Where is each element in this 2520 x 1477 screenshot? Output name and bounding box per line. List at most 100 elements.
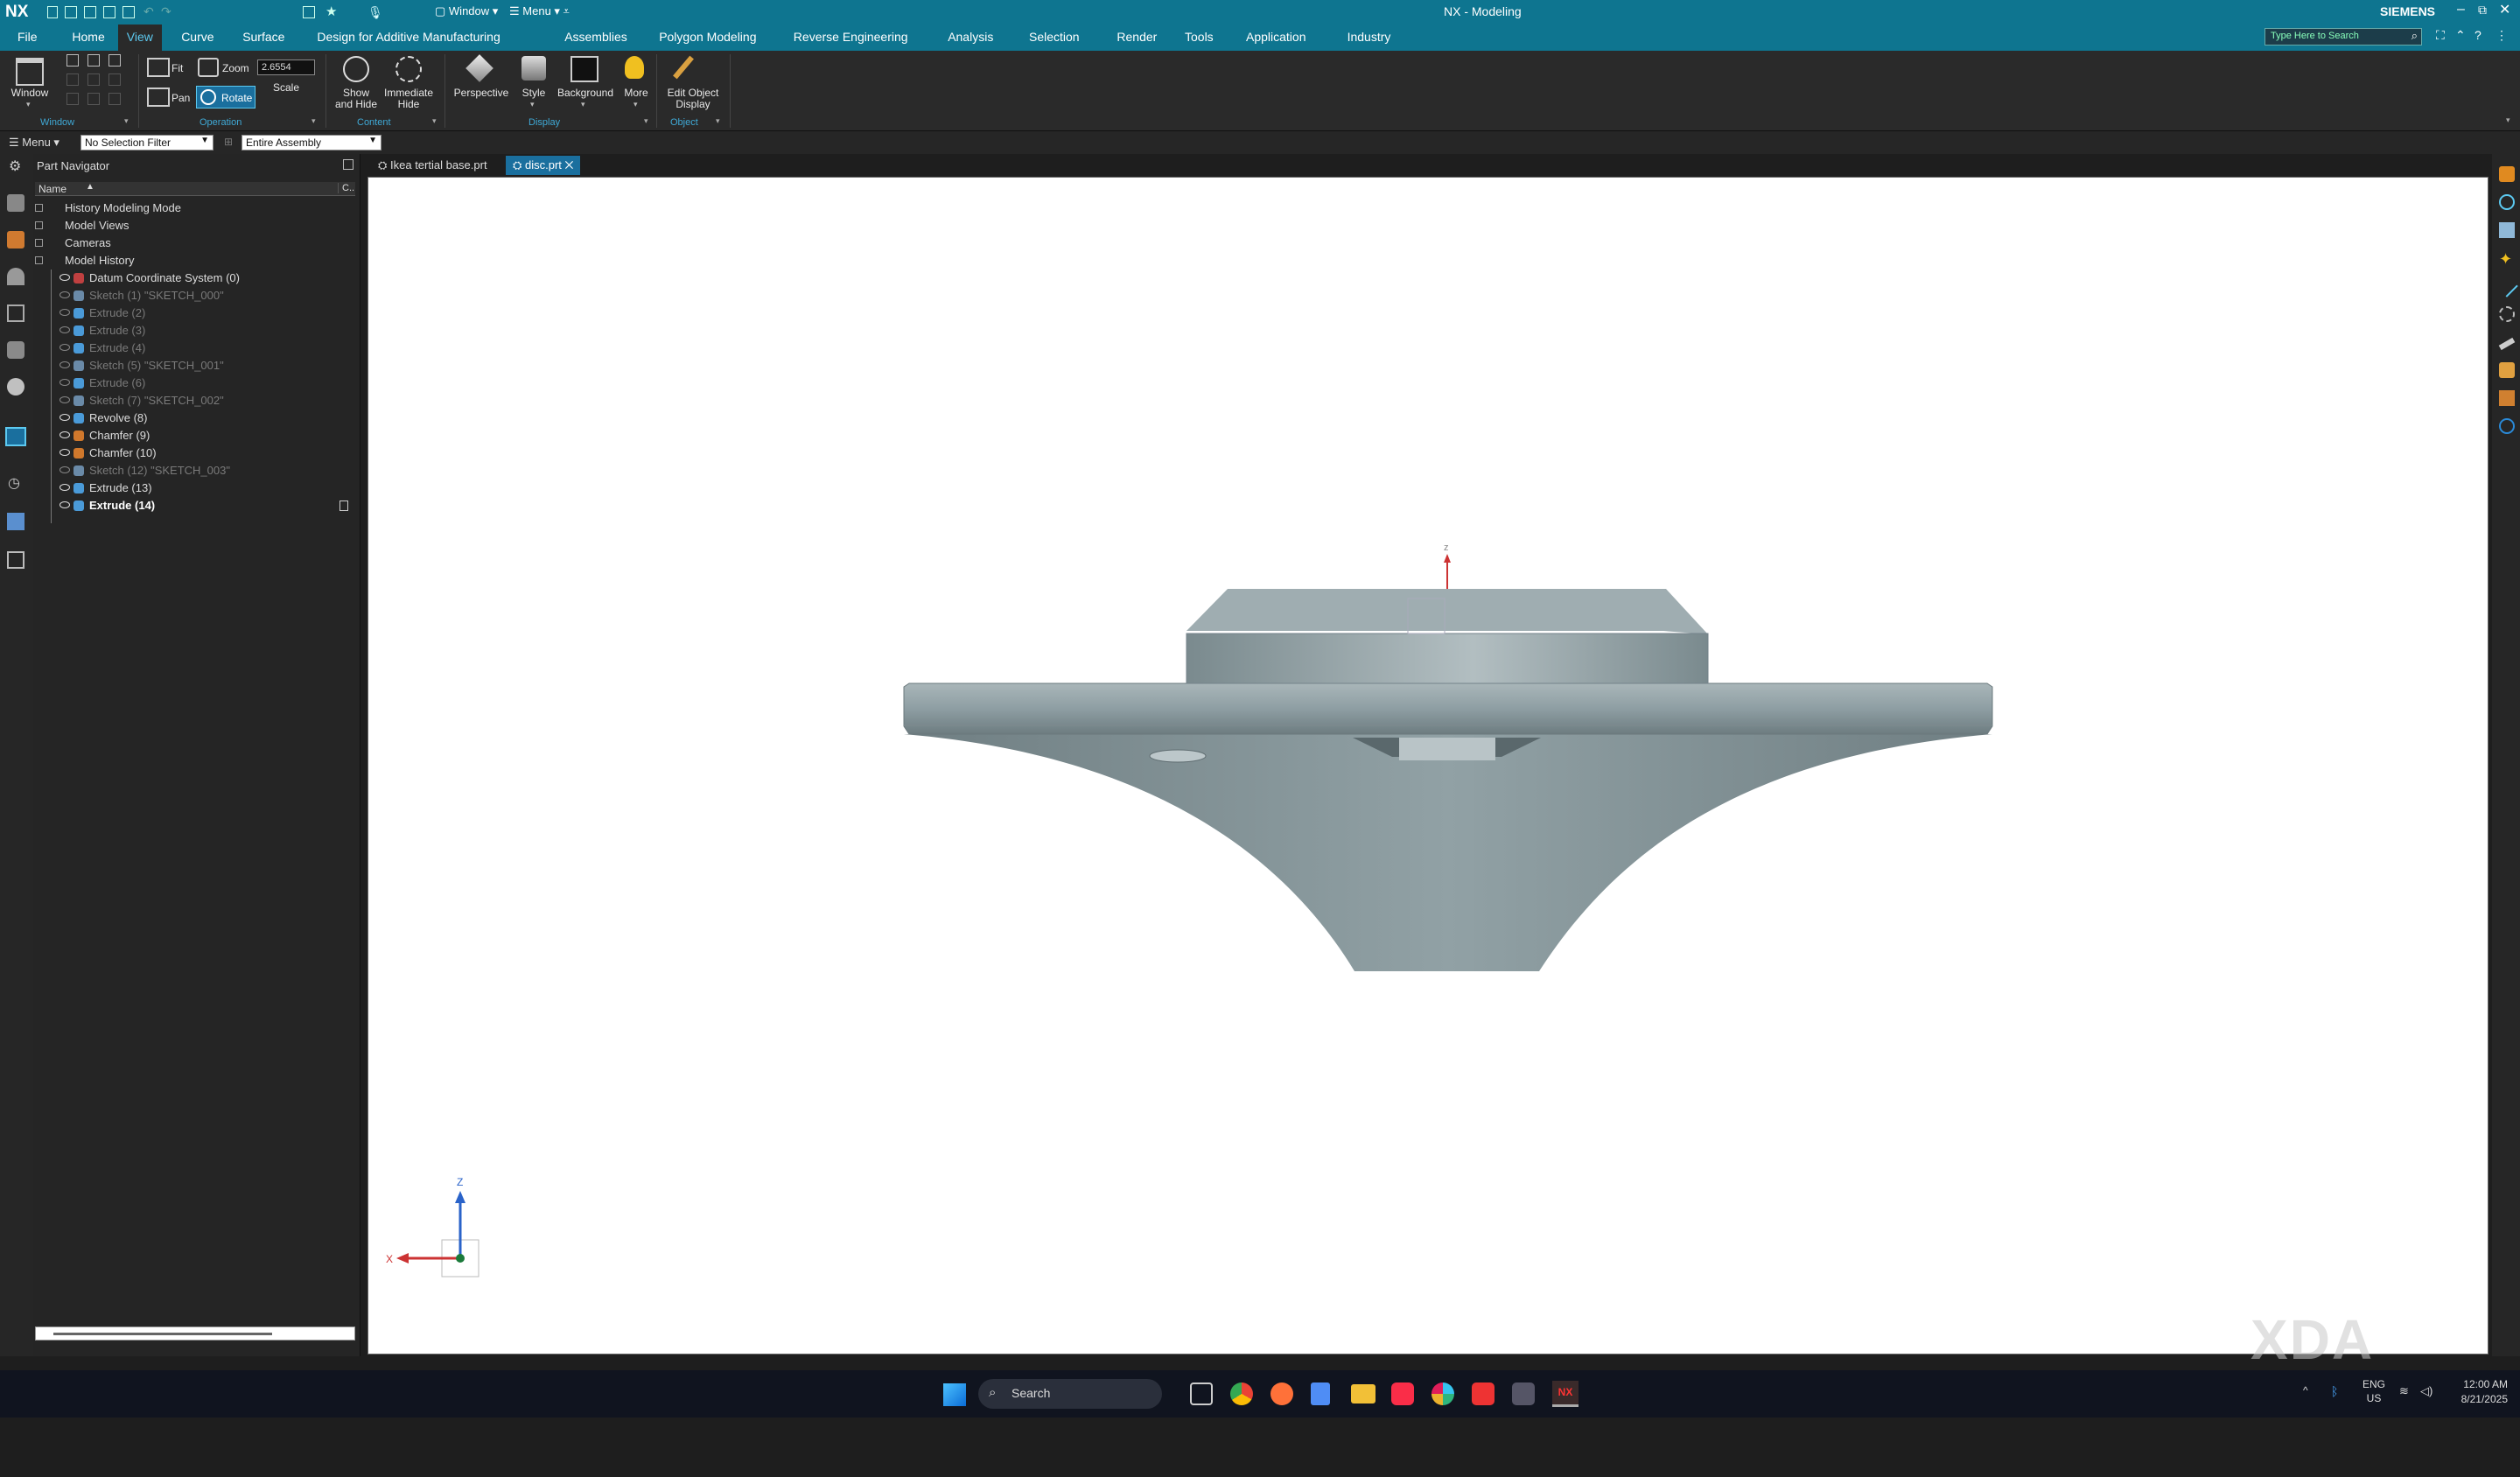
menu-curve[interactable]: Curve — [181, 30, 214, 44]
sort-ascending-icon[interactable]: ▲ — [86, 182, 94, 192]
menu-render[interactable]: Render — [1116, 30, 1157, 44]
chrome-icon[interactable] — [1230, 1382, 1253, 1405]
bluetooth-icon[interactable]: ᛒ — [2331, 1384, 2338, 1398]
tree-row[interactable]: History Modeling Mode — [35, 200, 357, 217]
save-as-icon[interactable] — [122, 6, 135, 18]
menu-application[interactable]: Application — [1246, 30, 1306, 44]
tree-row[interactable]: Extrude (4) — [35, 340, 357, 357]
layout-two-icon[interactable] — [88, 54, 100, 66]
menu-polygon-modeling[interactable]: Polygon Modeling — [659, 30, 756, 44]
print-icon[interactable] — [303, 6, 315, 18]
menu-reverse-engineering[interactable]: Reverse Engineering — [794, 30, 908, 44]
snipping-tool-icon[interactable] — [1512, 1382, 1535, 1405]
visible-eye-icon[interactable] — [60, 484, 70, 491]
layout-five-icon[interactable] — [88, 74, 100, 86]
window-dropdown-icon[interactable]: ▾ — [26, 100, 31, 109]
expand-toggle-icon[interactable] — [35, 204, 43, 212]
save-icon[interactable] — [84, 6, 96, 18]
assembly-navigator-icon[interactable] — [7, 194, 24, 212]
new-file-icon[interactable] — [47, 6, 58, 18]
visible-eye-icon[interactable] — [60, 414, 70, 421]
menu-surface[interactable]: Surface — [242, 30, 284, 44]
redo-icon[interactable]: ↷ — [161, 4, 172, 19]
clock[interactable]: 12:00 AM 8/21/2025 — [2450, 1377, 2508, 1407]
model-canvas[interactable]: z Z X — [368, 178, 2489, 1355]
more-dropdown-icon[interactable]: ▾ — [634, 100, 638, 109]
layout-six-icon[interactable] — [108, 74, 121, 86]
tree-row[interactable]: Sketch (7) "SKETCH_002" — [35, 392, 357, 410]
object-group-expand-icon[interactable]: ▾ — [716, 116, 720, 126]
snap-view-icon[interactable] — [2499, 194, 2515, 210]
hidden-eye-icon[interactable] — [60, 379, 70, 386]
perspective-icon[interactable] — [466, 54, 494, 82]
menu-home[interactable]: Home — [72, 30, 104, 44]
settings-gear-icon[interactable]: ⚙ — [9, 158, 21, 175]
tree-row[interactable]: Cameras — [35, 234, 357, 252]
component-icon[interactable] — [2499, 390, 2515, 406]
hidden-eye-icon[interactable] — [60, 396, 70, 403]
measure-icon[interactable] — [2498, 337, 2516, 351]
qat-menu-button[interactable]: ☰ Menu ▾ ⩡ — [509, 4, 570, 18]
part-navigator-icon[interactable] — [7, 231, 24, 248]
display-group-expand-icon[interactable]: ▾ — [644, 116, 648, 126]
tree-row[interactable]: Extrude (3) — [35, 322, 357, 340]
column-header-name[interactable]: Name — [38, 183, 66, 195]
menu-file[interactable]: File — [18, 30, 38, 44]
web-browser-icon[interactable] — [7, 378, 24, 396]
rotate-button[interactable]: Rotate — [196, 86, 256, 108]
constraint-navigator-icon[interactable] — [7, 268, 24, 285]
selection-scope-dropdown[interactable]: Entire Assembly ▼ — [242, 135, 382, 150]
minimize-button[interactable]: – — [2457, 2, 2465, 18]
window-group-expand-icon[interactable]: ▾ — [124, 116, 129, 126]
highlight-star-icon[interactable]: ✦ — [2499, 250, 2512, 269]
reuse-library-icon[interactable] — [7, 304, 24, 322]
tree-row[interactable]: Model Views — [35, 217, 357, 234]
pan-icon[interactable] — [147, 88, 170, 107]
slack-icon[interactable] — [1432, 1382, 1454, 1405]
hidden-eye-icon[interactable] — [60, 466, 70, 473]
style-icon[interactable] — [522, 56, 546, 80]
immediate-hide-icon[interactable] — [396, 56, 422, 82]
tab-disc[interactable]: ⛭ disc.prt ✕ — [506, 156, 581, 175]
selection-filter-dropdown[interactable]: No Selection Filter ▼ — [80, 135, 214, 150]
close-button[interactable]: ✕ — [2499, 1, 2510, 18]
collapse-ribbon-icon[interactable]: ⌃ — [2455, 28, 2466, 43]
visible-eye-icon[interactable] — [60, 449, 70, 456]
save-all-icon[interactable] — [103, 6, 116, 18]
tree-row[interactable]: Extrude (13) — [35, 480, 357, 497]
wifi-icon[interactable]: ≋ — [2399, 1384, 2409, 1398]
hidden-eye-icon[interactable] — [60, 291, 70, 298]
hidden-eye-icon[interactable] — [60, 361, 70, 368]
undo-icon[interactable]: ↶ — [144, 4, 154, 19]
line-tool-icon[interactable] — [2496, 275, 2518, 298]
layout-seven-icon[interactable] — [66, 93, 79, 105]
horizontal-scrollbar[interactable] — [35, 1326, 355, 1340]
zoom-value-input[interactable]: 2.6554 — [257, 60, 315, 75]
nx-taskbar-icon[interactable]: NX — [1552, 1381, 1578, 1407]
tab-ikea-tertial-base[interactable]: ⛭ Ikea tertial base.prt — [371, 156, 494, 175]
restore-button[interactable]: ⧉ — [2478, 3, 2487, 18]
star-icon[interactable]: ★ — [326, 4, 337, 19]
content-group-expand-icon[interactable]: ▾ — [432, 116, 437, 126]
fullscreen-icon[interactable]: ⛶ — [2436, 28, 2445, 43]
help-icon[interactable]: ? — [2474, 28, 2482, 42]
visible-eye-icon[interactable] — [60, 501, 70, 508]
process-studio-icon[interactable] — [7, 513, 24, 530]
visible-eye-icon[interactable] — [60, 274, 70, 281]
tree-row[interactable]: Chamfer (9) — [35, 427, 357, 444]
music-icon[interactable] — [1391, 1382, 1414, 1405]
zoom-icon[interactable] — [198, 58, 219, 77]
tray-overflow-icon[interactable]: ^ — [2303, 1384, 2308, 1396]
operation-group-expand-icon[interactable]: ▾ — [312, 116, 316, 126]
menu-design-for-additive-manufacturing[interactable]: Design for Additive Manufacturing — [317, 30, 500, 44]
layout-three-icon[interactable] — [108, 54, 121, 66]
search-icon[interactable]: ⌕ — [2412, 29, 2418, 43]
menu-assemblies[interactable]: Assemblies — [564, 30, 627, 44]
tree-row[interactable]: Chamfer (10) — [35, 444, 357, 462]
menu-selection[interactable]: Selection — [1029, 30, 1080, 44]
layout-four-icon[interactable] — [66, 74, 79, 86]
taskbar-search[interactable]: ⌕ Search — [978, 1379, 1162, 1409]
language-indicator[interactable]: ENG US — [2362, 1377, 2385, 1405]
firefox-icon[interactable] — [1270, 1382, 1293, 1405]
layout-nine-icon[interactable] — [108, 93, 121, 105]
